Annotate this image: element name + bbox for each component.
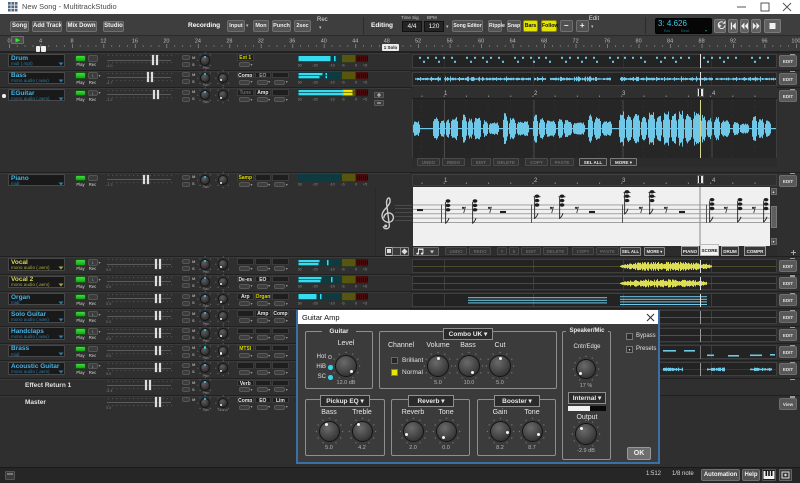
svg-text:-6: -6 xyxy=(341,182,345,187)
svg-text:0: 0 xyxy=(354,301,357,306)
svg-text:-6: -6 xyxy=(341,284,345,289)
svg-text:-6: -6 xyxy=(341,301,345,306)
svg-text:3: 3 xyxy=(622,91,626,97)
svg-text:76: 76 xyxy=(604,39,610,45)
svg-text:-6: -6 xyxy=(341,80,345,85)
svg-text:28: 28 xyxy=(226,39,232,45)
svg-text:-20: -20 xyxy=(312,62,319,67)
svg-text:+5: +5 xyxy=(362,97,367,102)
svg-text:-20: -20 xyxy=(312,266,319,271)
svg-text:8: 8 xyxy=(70,39,73,45)
svg-text:4: 4 xyxy=(39,39,42,45)
svg-text:+5: +5 xyxy=(362,80,367,85)
svg-text:-60: -60 xyxy=(298,182,303,187)
svg-text:60: 60 xyxy=(478,39,484,45)
svg-text:-10: -10 xyxy=(329,284,336,289)
svg-text:-20: -20 xyxy=(312,301,319,306)
svg-text:0: 0 xyxy=(354,62,357,67)
svg-text:36: 36 xyxy=(289,39,295,45)
svg-text:0: 0 xyxy=(354,182,357,187)
svg-text:-60: -60 xyxy=(298,97,303,102)
svg-text:56: 56 xyxy=(447,39,453,45)
svg-text:2: 2 xyxy=(534,91,538,97)
svg-text:-6: -6 xyxy=(341,266,345,271)
svg-text:-10: -10 xyxy=(329,301,336,306)
svg-text:24: 24 xyxy=(195,39,201,45)
svg-text:-60: -60 xyxy=(298,284,303,289)
svg-text:-20: -20 xyxy=(312,97,319,102)
svg-text:68: 68 xyxy=(541,39,547,45)
svg-text:0: 0 xyxy=(354,266,357,271)
svg-text:0: 0 xyxy=(354,80,357,85)
svg-text:44: 44 xyxy=(352,39,358,45)
svg-text:52: 52 xyxy=(415,39,421,45)
svg-text:-20: -20 xyxy=(312,80,319,85)
svg-text:64: 64 xyxy=(510,39,516,45)
svg-text:-60: -60 xyxy=(298,80,303,85)
svg-text:-10: -10 xyxy=(329,80,336,85)
svg-text:84: 84 xyxy=(667,39,673,45)
svg-text:96: 96 xyxy=(761,39,767,45)
svg-text:80: 80 xyxy=(636,39,642,45)
svg-text:+5: +5 xyxy=(362,266,367,271)
svg-text:-10: -10 xyxy=(329,97,336,102)
svg-text:12: 12 xyxy=(100,39,106,45)
svg-text:100: 100 xyxy=(791,39,800,45)
svg-text:-10: -10 xyxy=(329,62,336,67)
svg-text:+5: +5 xyxy=(362,62,367,67)
svg-text:32: 32 xyxy=(258,39,264,45)
svg-text:-6: -6 xyxy=(341,97,345,102)
svg-text:4: 4 xyxy=(712,91,716,97)
svg-text:-60: -60 xyxy=(298,62,303,67)
svg-text:92: 92 xyxy=(730,39,736,45)
svg-text:20: 20 xyxy=(163,39,169,45)
svg-text:-6: -6 xyxy=(341,62,345,67)
svg-text:3: 3 xyxy=(622,178,626,184)
svg-text:-60: -60 xyxy=(298,266,303,271)
svg-text:-10: -10 xyxy=(329,182,336,187)
svg-text:-10: -10 xyxy=(329,266,336,271)
svg-text:0: 0 xyxy=(354,97,357,102)
svg-text:72: 72 xyxy=(573,39,579,45)
svg-text:+5: +5 xyxy=(362,182,367,187)
svg-text:-20: -20 xyxy=(312,284,319,289)
svg-text:88: 88 xyxy=(699,39,705,45)
svg-text:-60: -60 xyxy=(298,301,303,306)
svg-text:2: 2 xyxy=(534,178,538,184)
svg-text:-20: -20 xyxy=(312,182,319,187)
svg-text:4: 4 xyxy=(712,178,716,184)
svg-text:+5: +5 xyxy=(362,301,367,306)
svg-text:40: 40 xyxy=(321,39,327,45)
svg-text:0: 0 xyxy=(354,284,357,289)
svg-text:16: 16 xyxy=(132,39,138,45)
svg-text:+5: +5 xyxy=(362,284,367,289)
